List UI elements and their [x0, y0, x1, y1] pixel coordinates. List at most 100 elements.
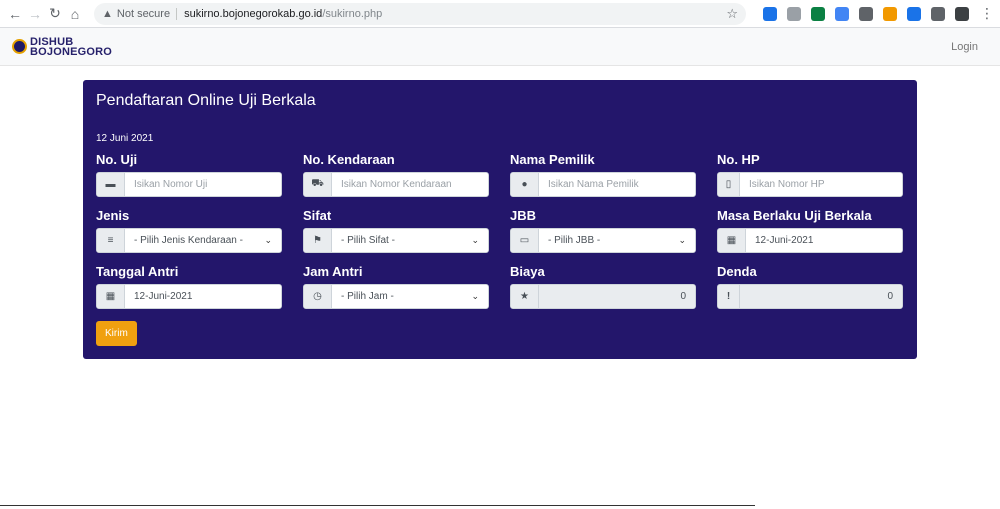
field-masa-berlaku: Masa Berlaku Uji Berkala ▦	[717, 208, 903, 253]
masa-berlaku-group: ▦	[717, 228, 903, 253]
user-icon: ●	[511, 173, 539, 196]
security-label[interactable]: Not secure	[117, 8, 170, 20]
exclamation-icon: !	[718, 285, 740, 308]
no-uji-input[interactable]	[125, 173, 281, 196]
jam-antri-group: ◷ - Pilih Jam - ⌄	[303, 284, 489, 309]
extension-icon[interactable]	[859, 6, 873, 21]
sifat-label: Sifat	[303, 208, 332, 223]
biaya-label: Biaya	[510, 264, 545, 279]
logo-emblem-icon	[12, 39, 27, 54]
calendar-icon: ▦	[97, 285, 125, 308]
field-denda: Denda !	[717, 264, 903, 309]
nama-pemilik-input[interactable]	[539, 173, 695, 196]
jbb-select[interactable]: - Pilih JBB - ⌄	[539, 229, 695, 252]
star-icon: ★	[511, 285, 539, 308]
extension-icon[interactable]	[883, 6, 897, 21]
back-icon[interactable]: ←	[6, 3, 24, 25]
logo-line1: DISHUB	[30, 35, 74, 48]
field-jenis: Jenis ≡ - Pilih Jenis Kendaraan - ⌄	[96, 208, 282, 253]
extension-icon[interactable]	[787, 6, 801, 21]
url-host: sukirno.bojonegorokab.go.id	[184, 7, 323, 20]
reload-icon[interactable]: ↻	[46, 3, 64, 25]
clock-icon: ◷	[304, 285, 332, 308]
field-no-kendaraan: No. Kendaraan ⛟	[303, 152, 489, 197]
no-hp-group: ▯	[717, 172, 903, 197]
field-nama-pemilik: Nama Pemilik ●	[510, 152, 696, 197]
jenis-group: ≡ - Pilih Jenis Kendaraan - ⌄	[96, 228, 282, 253]
denda-group: !	[717, 284, 903, 309]
bookmark-star-icon[interactable]: ☆	[726, 6, 738, 22]
menu-kebab-icon[interactable]: ⋮	[980, 5, 994, 22]
tanggal-antri-group: ▦	[96, 284, 282, 309]
flag-icon: ⚑	[304, 229, 332, 252]
field-sifat: Sifat ⚑ - Pilih Sifat - ⌄	[303, 208, 489, 253]
logo-line2: BOJONEGORO	[30, 45, 113, 58]
registration-card: Pendaftaran Online Uji Berkala 12 Juni 2…	[83, 80, 917, 359]
chevron-down-icon: ⌄	[678, 235, 686, 245]
jenis-select[interactable]: - Pilih Jenis Kendaraan - ⌄	[125, 229, 281, 252]
sifat-group: ⚑ - Pilih Sifat - ⌄	[303, 228, 489, 253]
jam-antri-label: Jam Antri	[303, 264, 363, 279]
tanggal-antri-input[interactable]	[125, 285, 281, 308]
masa-berlaku-label: Masa Berlaku Uji Berkala	[717, 208, 872, 223]
denda-input	[740, 285, 902, 308]
warning-icon[interactable]: ▲	[102, 8, 113, 20]
forward-icon[interactable]: →	[26, 3, 44, 25]
tanggal-antri-label: Tanggal Antri	[96, 264, 179, 279]
extension-icon[interactable]	[907, 6, 921, 21]
truck-icon: ▬	[97, 173, 125, 196]
form-date: 12 Juni 2021	[96, 133, 154, 144]
extension-icon[interactable]	[931, 6, 945, 21]
jenis-selected: - Pilih Jenis Kendaraan -	[134, 235, 243, 246]
no-kendaraan-group: ⛟	[303, 172, 489, 197]
field-jam-antri: Jam Antri ◷ - Pilih Jam - ⌄	[303, 264, 489, 309]
inbox-icon: ▭	[511, 229, 539, 252]
site-navbar: DISHUB BOJONEGORO Login	[0, 28, 1000, 66]
extension-icon[interactable]	[763, 6, 777, 21]
jenis-label: Jenis	[96, 208, 130, 223]
chevron-down-icon: ⌄	[471, 291, 479, 301]
jbb-label: JBB	[510, 208, 537, 223]
extensions-area	[758, 6, 974, 21]
form-grid: No. Uji ▬ No. Kendaraan ⛟ Nama Pemilik ●…	[96, 152, 904, 309]
calendar-icon: ▦	[718, 229, 746, 252]
jbb-group: ▭ - Pilih JBB - ⌄	[510, 228, 696, 253]
masa-berlaku-input[interactable]	[746, 229, 902, 252]
submit-button[interactable]: Kirim	[96, 321, 137, 346]
no-uji-label: No. Uji	[96, 152, 138, 167]
car-icon: ⛟	[304, 173, 332, 196]
no-uji-group: ▬	[96, 172, 282, 197]
site-logo[interactable]: DISHUB BOJONEGORO	[12, 35, 113, 58]
jam-antri-select[interactable]: - Pilih Jam - ⌄	[332, 285, 488, 308]
address-separator	[176, 7, 178, 20]
url-path: /sukirno.php	[322, 7, 383, 20]
extension-icon[interactable]	[955, 6, 969, 21]
chevron-down-icon: ⌄	[471, 235, 479, 245]
no-kendaraan-label: No. Kendaraan	[303, 152, 395, 167]
field-no-uji: No. Uji ▬	[96, 152, 282, 197]
field-biaya: Biaya ★	[510, 264, 696, 309]
sifat-selected: - Pilih Sifat -	[341, 235, 395, 246]
biaya-input	[539, 285, 695, 308]
no-kendaraan-input[interactable]	[332, 173, 488, 196]
page-bottom-line	[0, 505, 755, 506]
logo-text: DISHUB BOJONEGORO	[30, 35, 113, 58]
chevron-down-icon: ⌄	[264, 235, 272, 245]
home-icon[interactable]: ⌂	[66, 3, 84, 25]
no-hp-label: No. HP	[717, 152, 760, 167]
address-bar[interactable]: ▲ Not secure sukirno.bojonegorokab.go.id…	[94, 2, 746, 25]
field-no-hp: No. HP ▯	[717, 152, 903, 197]
login-link[interactable]: Login	[951, 41, 978, 53]
extension-icon[interactable]	[811, 6, 825, 21]
page-title: Pendaftaran Online Uji Berkala	[96, 92, 316, 109]
browser-toolbar: ← → ↻ ⌂ ▲ Not secure sukirno.bojonegorok…	[0, 0, 1000, 28]
sifat-select[interactable]: - Pilih Sifat - ⌄	[332, 229, 488, 252]
biaya-group: ★	[510, 284, 696, 309]
jbb-selected: - Pilih JBB -	[548, 235, 601, 246]
field-jbb: JBB ▭ - Pilih JBB - ⌄	[510, 208, 696, 253]
extension-icon[interactable]	[835, 6, 849, 21]
jam-antri-selected: - Pilih Jam -	[341, 291, 394, 302]
no-hp-input[interactable]	[740, 173, 902, 196]
mobile-icon: ▯	[718, 173, 740, 196]
denda-label: Denda	[717, 264, 757, 279]
